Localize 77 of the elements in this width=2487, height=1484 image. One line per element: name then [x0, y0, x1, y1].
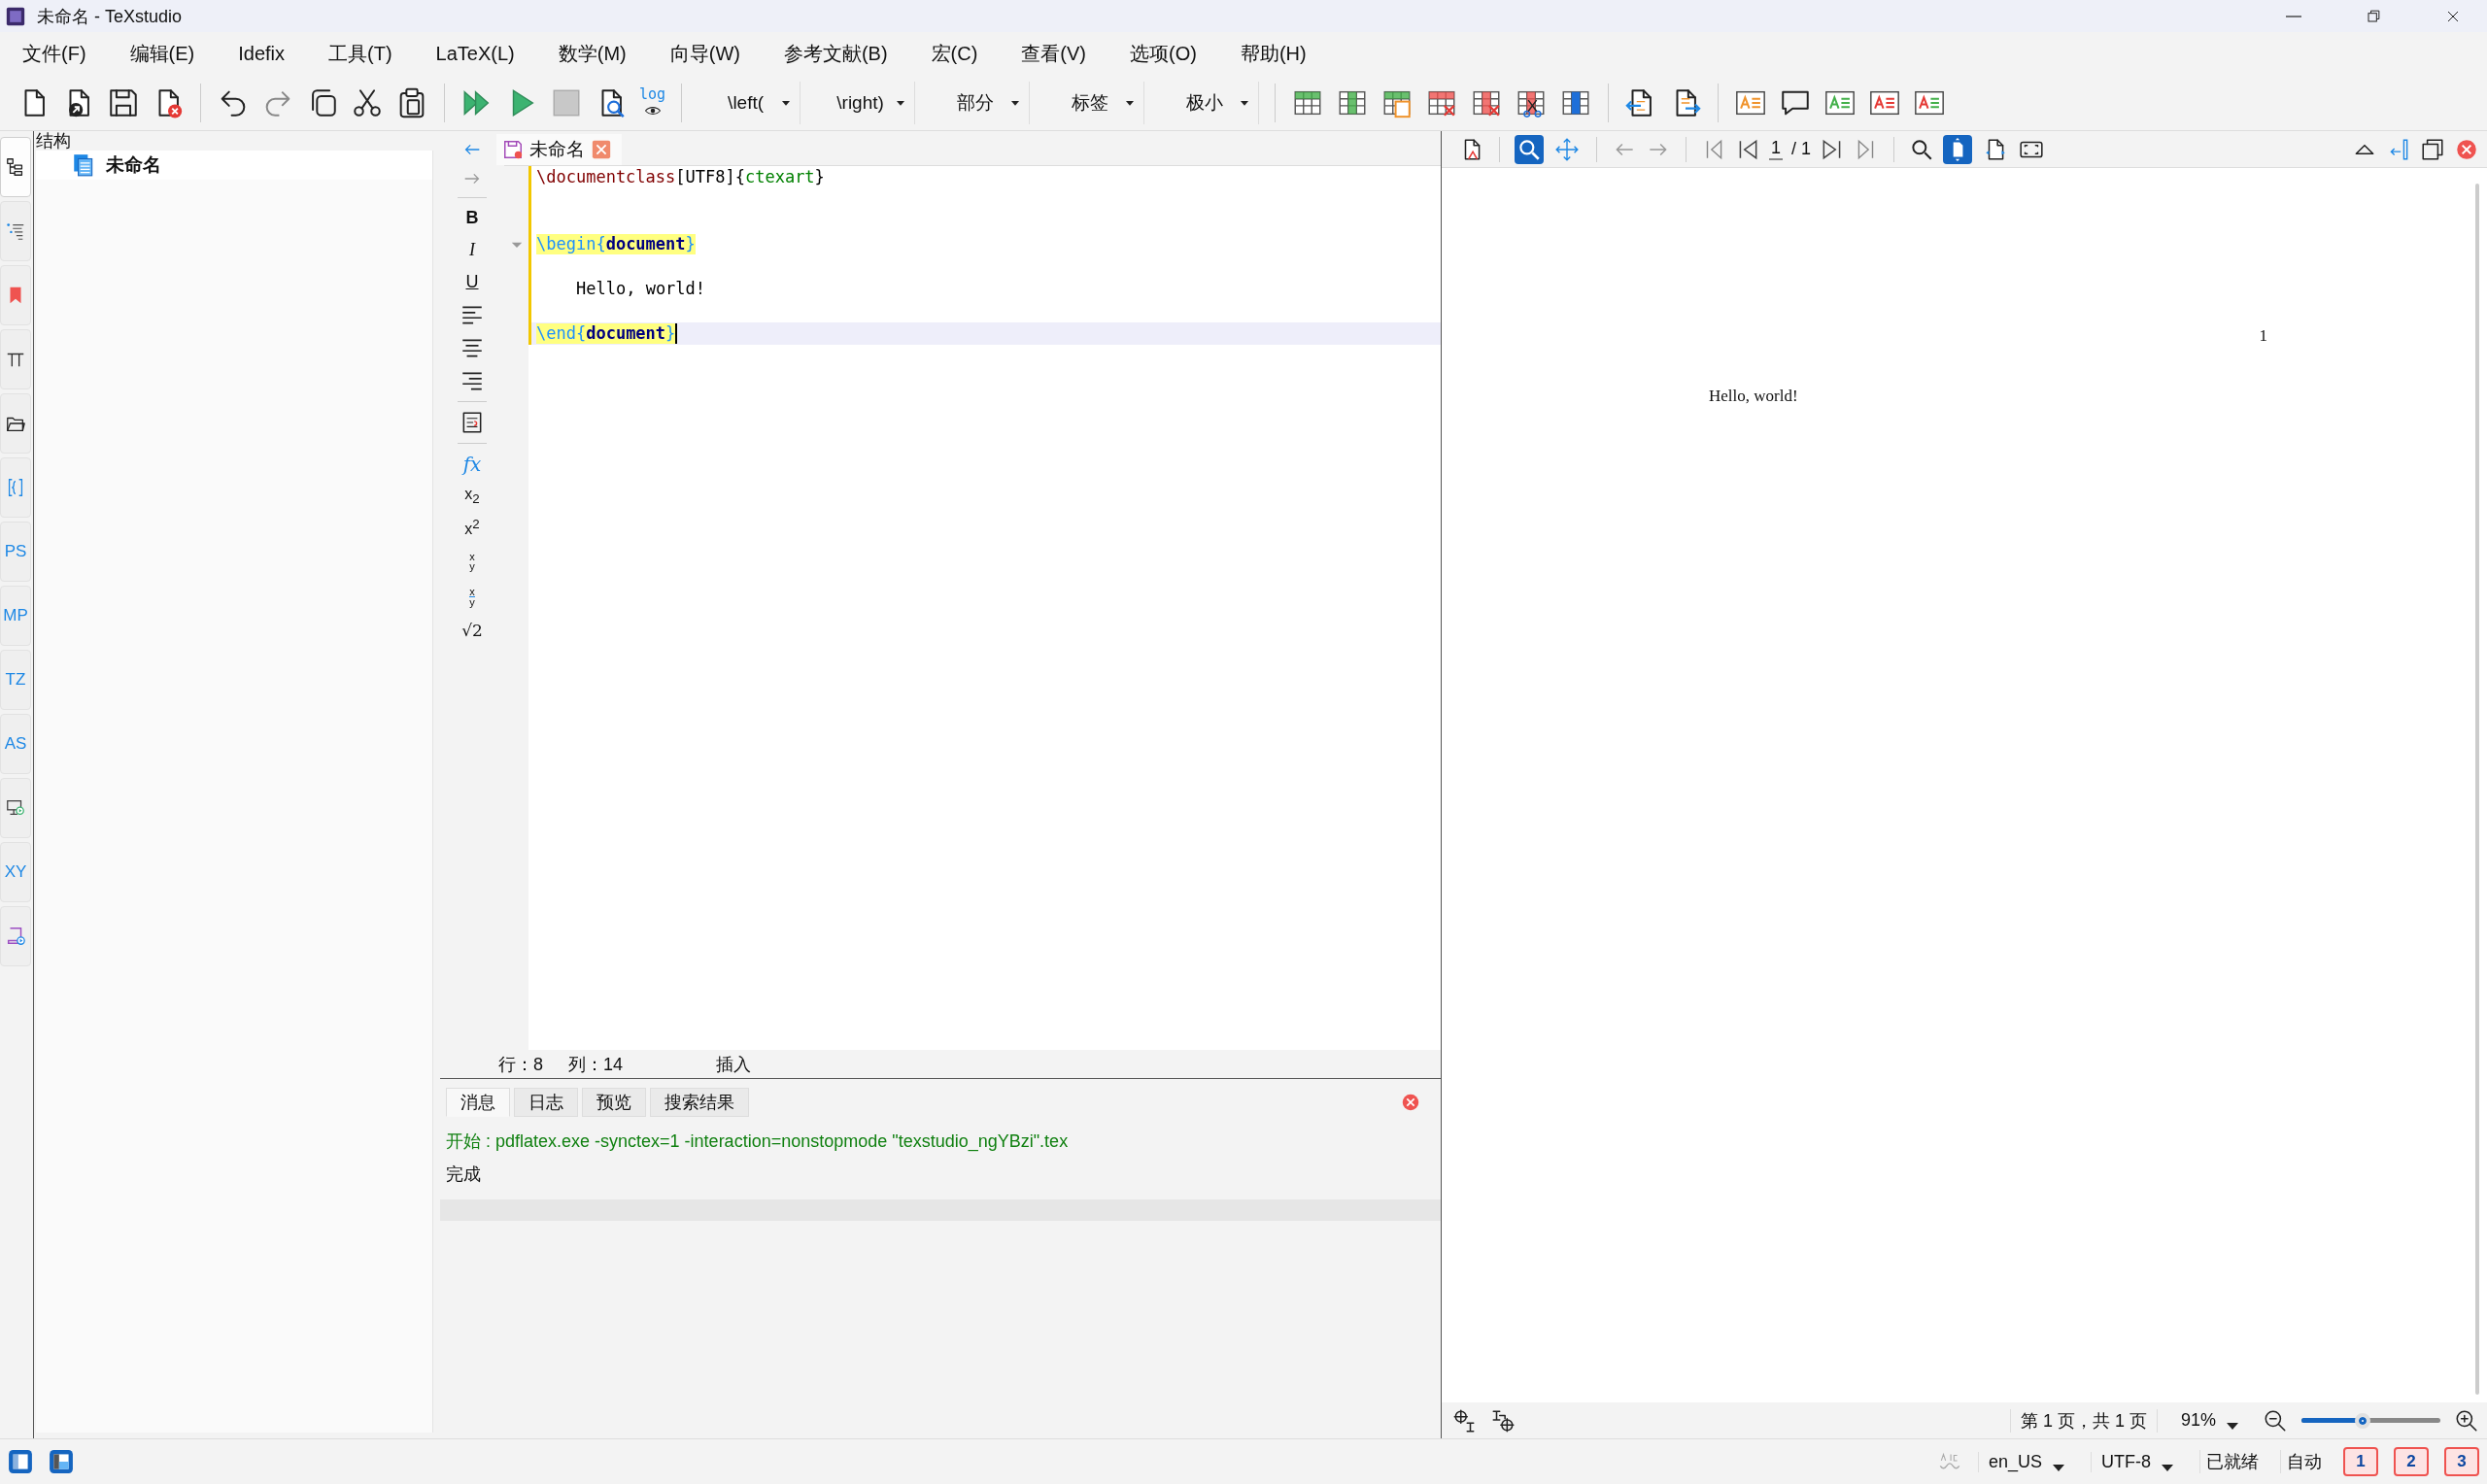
- save-icon: [502, 139, 524, 160]
- tool-button[interactable]: [1515, 134, 1544, 164]
- bookmark-button[interactable]: 2: [2394, 1447, 2429, 1476]
- caret-icon: [2052, 1463, 2065, 1472]
- panel-tab[interactable]: 搜索结果: [650, 1088, 749, 1117]
- menu-item[interactable]: Idefix: [238, 43, 286, 65]
- insert-mode-label: 插入: [716, 1053, 752, 1076]
- menu-item[interactable]: 编辑(E): [129, 41, 195, 67]
- subscript-button[interactable]: x$_{2}$: [453, 484, 492, 508]
- bookmark-button[interactable]: 1: [2343, 1447, 2378, 1476]
- cut-icon: [351, 86, 384, 119]
- window-icon[interactable]: [2420, 136, 2445, 162]
- caret-icon: [2226, 1422, 2239, 1431]
- page-info: 第 1 页，共 1 页: [2009, 1408, 2158, 1433]
- move-icon: [1554, 136, 1580, 162]
- log-message: 完成: [445, 1164, 482, 1186]
- mode-text: 自动: [2280, 1450, 2328, 1473]
- page-text: Hello, world!: [1709, 387, 1798, 406]
- menu-item[interactable]: 查看(V): [1021, 41, 1087, 67]
- dropdown[interactable]: 标签: [1041, 82, 1145, 124]
- fraction-button[interactable]: x y: [453, 583, 492, 610]
- document-tab[interactable]: 未命名: [496, 134, 622, 165]
- page-total: / 1: [1791, 139, 1812, 159]
- menu-item[interactable]: 工具(T): [328, 41, 392, 67]
- app-logo-icon: [6, 6, 25, 26]
- menu-item[interactable]: 宏(C): [931, 41, 978, 67]
- log-message: 开始 : pdflatex.exe -synctex=1 -interaction=nonstopmode "texstudio_ngYBzi".tex: [445, 1130, 1070, 1153]
- fraction-button[interactable]: x y: [453, 548, 492, 575]
- menu-item[interactable]: 帮助(H): [1240, 41, 1307, 67]
- bookmark-button[interactable]: 3: [2444, 1447, 2479, 1476]
- line-number-label: 行：8: [498, 1053, 543, 1076]
- tree-item[interactable]: 未命名: [36, 151, 432, 180]
- panel-tab[interactable]: 消息: [446, 1088, 510, 1117]
- scrollbar[interactable]: [2475, 184, 2479, 1395]
- menu-item[interactable]: 数学(M): [558, 41, 627, 67]
- code-line: Hello, world!: [576, 279, 706, 299]
- format-button[interactable]: U: [453, 270, 492, 294]
- code-line: \documentclass[UTF8]{ctexart}: [536, 167, 825, 187]
- menu-item[interactable]: 文件(F): [22, 41, 86, 67]
- panel-tab[interactable]: 预览: [582, 1088, 646, 1117]
- list-icon: [5, 220, 26, 242]
- menu-item[interactable]: 参考文献(B): [783, 41, 888, 67]
- dropdown[interactable]: \right): [812, 82, 916, 124]
- minimize-icon: [2286, 15, 2301, 17]
- language-dropdown[interactable]: en_US: [1977, 1451, 2075, 1472]
- layout-icon[interactable]: [49, 1449, 74, 1474]
- sync-cursor-icon[interactable]: [1490, 1407, 1516, 1433]
- dropdown[interactable]: \left(: [698, 82, 801, 124]
- dropdown[interactable]: 部分: [927, 82, 1031, 124]
- menu-item[interactable]: 向导(W): [669, 41, 740, 67]
- code-editor[interactable]: \documentclass[UTF8]{ctexart} \begin{document} Hello, world! \end{document}: [504, 166, 1441, 1050]
- menu-item[interactable]: LaTeX(L): [435, 43, 515, 65]
- format-button[interactable]: I: [453, 238, 492, 262]
- page-number: 1: [2259, 326, 2267, 346]
- zoom-dropdown[interactable]: 91%: [2170, 1410, 2249, 1431]
- caret-icon: [2161, 1463, 2174, 1472]
- status-text: 已就绪: [2199, 1450, 2265, 1473]
- column-number-label: 列：14: [568, 1053, 624, 1076]
- sidebar-tab[interactable]: [0, 393, 31, 454]
- text-cursor: [675, 323, 678, 344]
- layout-icon[interactable]: [8, 1449, 33, 1474]
- page-input[interactable]: 1: [1769, 138, 1783, 160]
- format-button[interactable]: B: [453, 206, 492, 230]
- square-root-button[interactable]: √2: [453, 618, 492, 642]
- superscript-button[interactable]: x$^{2}$: [453, 516, 492, 540]
- script-icon: [5, 926, 26, 947]
- panel-tab[interactable]: 日志: [514, 1088, 578, 1117]
- dropdown[interactable]: 极小: [1156, 82, 1260, 124]
- encoding-dropdown[interactable]: UTF-8: [2091, 1451, 2184, 1472]
- sync-cursor-icon[interactable]: [1451, 1407, 1477, 1433]
- window-title: 未命名 - TeXstudio: [37, 5, 183, 28]
- panel-title: 结构: [35, 131, 72, 151]
- close-icon[interactable]: [1400, 1092, 1421, 1113]
- zoom-slider-thumb[interactable]: [2354, 1412, 2370, 1429]
- save-icon: [107, 86, 140, 119]
- sidebar-tab[interactable]: [0, 137, 31, 197]
- menu-item[interactable]: 选项(O): [1130, 41, 1197, 67]
